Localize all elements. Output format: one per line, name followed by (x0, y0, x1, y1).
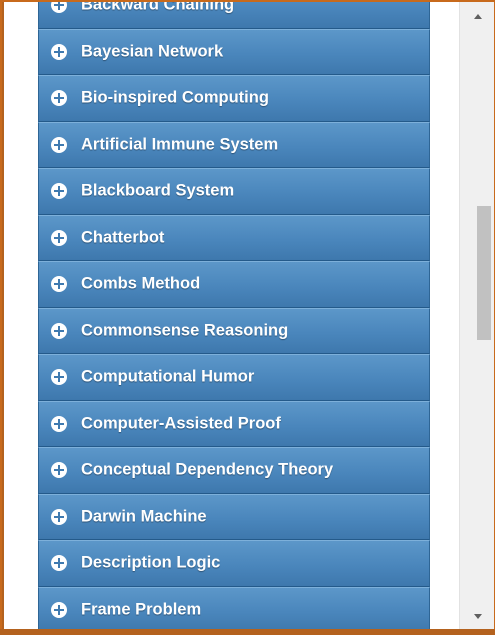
accordion-item-label: Chatterbot (81, 228, 165, 247)
accordion-item-label: Bayesian Network (81, 42, 224, 61)
accordion-item-computational-humor[interactable]: Computational Humor (38, 354, 430, 401)
accordion-item-artificial-immune-system[interactable]: Artificial Immune System (38, 121, 430, 168)
plus-circle-icon[interactable] (51, 601, 67, 618)
accordion-item-label: Darwin Machine (81, 507, 207, 526)
accordion-item-frame-problem[interactable]: Frame Problem (38, 586, 430, 631)
accordion-item-label: Backward Chaining (81, 2, 235, 14)
accordion-item-bio-inspired-computing[interactable]: Bio-inspired Computing (38, 75, 430, 122)
plus-circle-icon[interactable] (51, 508, 67, 525)
accordion-item-conceptual-dependency-theory[interactable]: Conceptual Dependency Theory (38, 447, 430, 494)
accordion-item-commonsense-reasoning[interactable]: Commonsense Reasoning (38, 307, 430, 354)
accordion-item-label: Artificial Immune System (81, 135, 279, 154)
accordion-item-label: Frame Problem (81, 600, 202, 619)
accordion-item-chatterbot[interactable]: Chatterbot (38, 214, 430, 261)
accordion-item-backward-chaining[interactable]: Backward Chaining (38, 2, 430, 29)
accordion-item-label: Description Logic (81, 553, 221, 572)
plus-circle-icon[interactable] (51, 136, 67, 153)
accordion-item-description-logic[interactable]: Description Logic (38, 540, 430, 587)
plus-circle-icon[interactable] (51, 183, 67, 200)
accordion-item-label: Computer-Assisted Proof (81, 414, 281, 433)
accordion-item-label: Blackboard System (81, 181, 235, 200)
plus-circle-icon[interactable] (51, 90, 67, 107)
plus-circle-icon[interactable] (51, 2, 67, 14)
plus-circle-icon[interactable] (51, 415, 67, 432)
scrollbar-thumb[interactable] (477, 206, 491, 340)
plus-circle-icon[interactable] (51, 229, 67, 246)
accordion-item-label: Computational Humor (81, 367, 255, 386)
accordion-item-computer-assisted-proof[interactable]: Computer-Assisted Proof (38, 400, 430, 447)
plus-circle-icon[interactable] (51, 43, 67, 60)
window-bottom-border (0, 629, 495, 635)
accordion-item-label: Combs Method (81, 274, 201, 293)
window-frame: Backward Chaining Bayesian Network Bio-i… (0, 0, 495, 635)
scroll-up-arrow-icon[interactable] (474, 14, 482, 19)
accordion-item-label: Conceptual Dependency Theory (81, 460, 334, 479)
vertical-scrollbar[interactable] (459, 2, 494, 631)
accordion-list: Backward Chaining Bayesian Network Bio-i… (38, 2, 430, 631)
plus-circle-icon[interactable] (51, 555, 67, 572)
accordion-item-darwin-machine[interactable]: Darwin Machine (38, 493, 430, 540)
plus-circle-icon[interactable] (51, 462, 67, 479)
accordion-item-bayesian-network[interactable]: Bayesian Network (38, 28, 430, 75)
accordion-item-blackboard-system[interactable]: Blackboard System (38, 168, 430, 215)
scroll-down-arrow-icon[interactable] (474, 614, 482, 619)
plus-circle-icon[interactable] (51, 322, 67, 339)
accordion-item-combs-method[interactable]: Combs Method (38, 261, 430, 308)
plus-circle-icon[interactable] (51, 276, 67, 293)
content-area: Backward Chaining Bayesian Network Bio-i… (4, 2, 459, 631)
plus-circle-icon[interactable] (51, 369, 67, 386)
accordion-item-label: Commonsense Reasoning (81, 321, 289, 340)
accordion-item-label: Bio-inspired Computing (81, 88, 269, 107)
